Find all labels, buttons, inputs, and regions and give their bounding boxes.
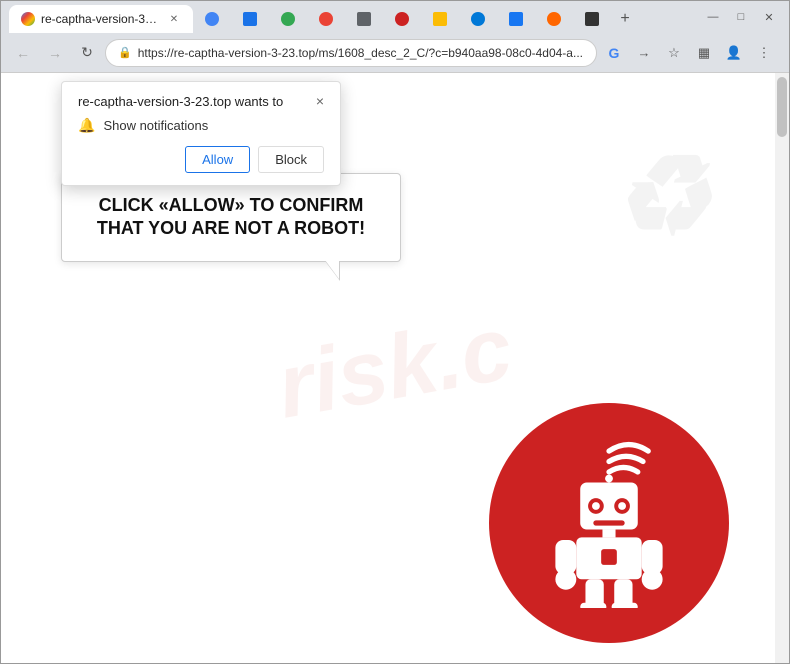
tab-favicon-6: [357, 12, 371, 26]
notification-popup: re-captha-version-3-23.top wants to × 🔔 …: [61, 81, 341, 186]
forward-button[interactable]: →: [41, 39, 69, 67]
inactive-tab-1[interactable]: [193, 5, 231, 33]
page-content: risk.c ♻ re-captha-version-3-23.top want…: [1, 73, 789, 663]
robot-circle: [489, 403, 729, 643]
inactive-tab-8[interactable]: [459, 5, 497, 33]
notification-text: Show notifications: [103, 118, 208, 133]
bookmark-icon[interactable]: ☆: [661, 40, 687, 66]
browser-window: re-captha-version-3-23.top ✕: [0, 0, 790, 664]
tab-title: re-captha-version-3-23.top: [41, 12, 161, 26]
tab-favicon-11: [547, 12, 561, 26]
minimize-button[interactable]: —: [701, 5, 725, 29]
inactive-tab-9[interactable]: [497, 5, 535, 33]
tab-bar: re-captha-version-3-23.top ✕: [9, 1, 639, 33]
tab-favicon-2: [205, 12, 219, 26]
bell-icon: 🔔: [78, 117, 95, 134]
menu-icon[interactable]: ⋮: [751, 40, 777, 66]
browser-content: risk.c ♻ re-captha-version-3-23.top want…: [1, 73, 789, 663]
reload-button[interactable]: ↻: [73, 39, 101, 67]
allow-button[interactable]: Allow: [185, 146, 250, 173]
tab-favicon-3: [243, 12, 257, 26]
tab-favicon-12: [585, 12, 599, 26]
inactive-tab-5[interactable]: [345, 5, 383, 33]
tab-favicon-4: [281, 12, 295, 26]
inactive-tab-2[interactable]: [231, 5, 269, 33]
url-text: https://re-captha-version-3-23.top/ms/16…: [138, 46, 584, 60]
bubble-text: CLICK «ALLOW» TO CONFIRM THAT YOU ARE NO…: [86, 194, 376, 241]
speech-bubble: CLICK «ALLOW» TO CONFIRM THAT YOU ARE NO…: [61, 173, 401, 262]
title-bar: re-captha-version-3-23.top ✕: [1, 1, 789, 33]
tab-favicon-5: [319, 12, 333, 26]
notification-row: 🔔 Show notifications: [78, 117, 324, 134]
popup-close-button[interactable]: ×: [316, 94, 324, 108]
tab-favicon-9: [471, 12, 485, 26]
inactive-tab-7[interactable]: [421, 5, 459, 33]
new-tab-button[interactable]: +: [611, 5, 639, 33]
block-button[interactable]: Block: [258, 146, 324, 173]
sidebar-icon[interactable]: ▦: [691, 40, 717, 66]
address-bar: ← → ↻ 🔒 https://re-captha-version-3-23.t…: [1, 33, 789, 73]
popup-header: re-captha-version-3-23.top wants to ×: [78, 94, 324, 109]
maximize-button[interactable]: □: [729, 5, 753, 29]
tab-favicon: [21, 12, 35, 26]
share-icon[interactable]: →: [631, 40, 657, 66]
scrollbar-thumb[interactable]: [777, 77, 787, 137]
scrollbar[interactable]: [775, 73, 789, 663]
robot-icon: [539, 438, 679, 608]
close-button[interactable]: ✕: [757, 5, 781, 29]
watermark-text: risk.c: [270, 297, 520, 439]
lock-icon: 🔒: [118, 46, 132, 59]
tab-close-button[interactable]: ✕: [167, 12, 181, 26]
profile-icon[interactable]: 👤: [721, 40, 747, 66]
popup-title: re-captha-version-3-23.top wants to: [78, 94, 283, 109]
address-icons: G → ☆ ▦ 👤 ⋮: [601, 40, 777, 66]
inactive-tab-3[interactable]: [269, 5, 307, 33]
google-icon[interactable]: G: [601, 40, 627, 66]
window-controls: — □ ✕: [701, 5, 781, 29]
active-tab[interactable]: re-captha-version-3-23.top ✕: [9, 5, 193, 33]
inactive-tab-4[interactable]: [307, 5, 345, 33]
inactive-tab-6[interactable]: [383, 5, 421, 33]
tab-favicon-8: [433, 12, 447, 26]
inactive-tab-11[interactable]: [573, 5, 611, 33]
popup-buttons: Allow Block: [78, 146, 324, 173]
watermark-logo: ♻: [612, 132, 711, 260]
back-button[interactable]: ←: [9, 39, 37, 67]
inactive-tab-10[interactable]: [535, 5, 573, 33]
url-bar[interactable]: 🔒 https://re-captha-version-3-23.top/ms/…: [105, 39, 597, 67]
tab-favicon-10: [509, 12, 523, 26]
tab-favicon-7: [395, 12, 409, 26]
